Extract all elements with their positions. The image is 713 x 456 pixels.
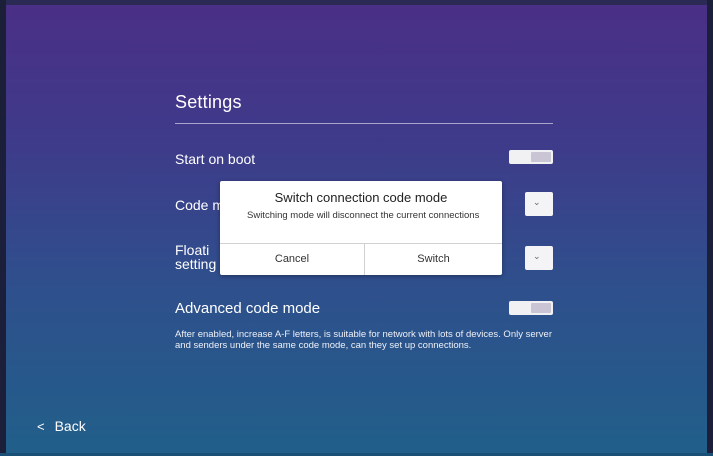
chevron-down-icon: ⌄ [533,197,541,207]
top-frame [0,0,713,5]
chevron-left-icon: < [37,419,45,434]
code-mode-label: Code m [175,197,225,213]
toggle-knob [531,303,551,313]
page-title: Settings [175,92,242,112]
back-label: Back [54,418,86,434]
code-mode-select[interactable]: ⌄ [525,192,553,216]
floating-select[interactable]: ⌄ [525,246,553,270]
title-divider [175,123,553,124]
start-on-boot-label: Start on boot [175,151,256,167]
chevron-down-icon: ⌄ [533,251,541,261]
advanced-mode-description: After enabled, increase A-F letters, is … [175,329,552,351]
right-frame [707,0,713,456]
switch-button[interactable]: Switch [365,244,502,275]
left-frame [0,0,6,456]
start-on-boot-toggle[interactable] [509,150,553,164]
switch-mode-dialog: Switch connection code mode Switching mo… [220,181,502,275]
dialog-title: Switch connection code mode [274,190,448,205]
floating-label: Floati setting [175,243,216,271]
settings-panel: Settings [175,88,555,124]
floating-label-line2: setting [175,256,217,272]
toggle-knob [531,152,551,162]
back-button[interactable]: < Back [37,418,86,434]
dialog-message: Switching mode will disconnect the curre… [247,210,480,221]
advanced-code-mode-label: Advanced code mode [175,300,321,317]
cancel-button[interactable]: Cancel [220,244,364,275]
advanced-code-mode-toggle[interactable] [509,301,553,315]
